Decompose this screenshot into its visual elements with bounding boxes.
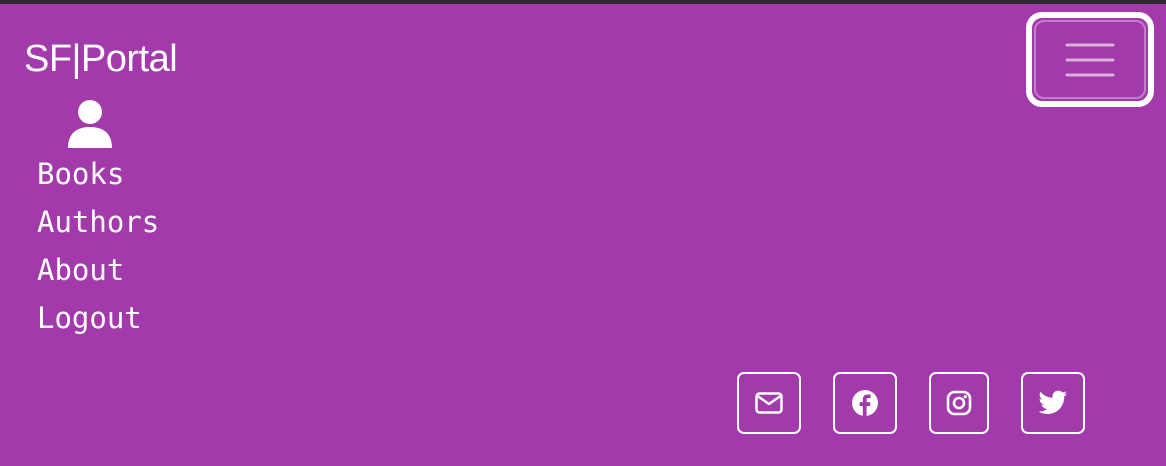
email-button[interactable] (737, 372, 801, 434)
twitter-button[interactable] (1021, 372, 1085, 434)
window-top-edge (0, 0, 1166, 4)
brand-logo-link[interactable]: SF|Portal (24, 36, 178, 82)
user-icon (68, 100, 112, 148)
instagram-button[interactable] (929, 372, 989, 434)
hamburger-menu-icon (1065, 43, 1115, 76)
nav-item-authors[interactable]: Authors (37, 200, 159, 248)
envelope-icon (755, 392, 783, 414)
instagram-icon (946, 390, 972, 416)
navbar-toggler-button[interactable] (1026, 12, 1154, 107)
nav-item-about[interactable]: About (37, 248, 159, 296)
nav-item-books[interactable]: Books (37, 152, 159, 200)
navbar-toggler-inner (1034, 20, 1146, 99)
facebook-icon (852, 390, 878, 416)
user-avatar[interactable] (67, 99, 113, 149)
twitter-icon (1038, 390, 1067, 414)
nav-item-logout[interactable]: Logout (37, 296, 159, 344)
facebook-button[interactable] (833, 372, 897, 434)
main-nav: Books Authors About Logout (37, 152, 159, 344)
